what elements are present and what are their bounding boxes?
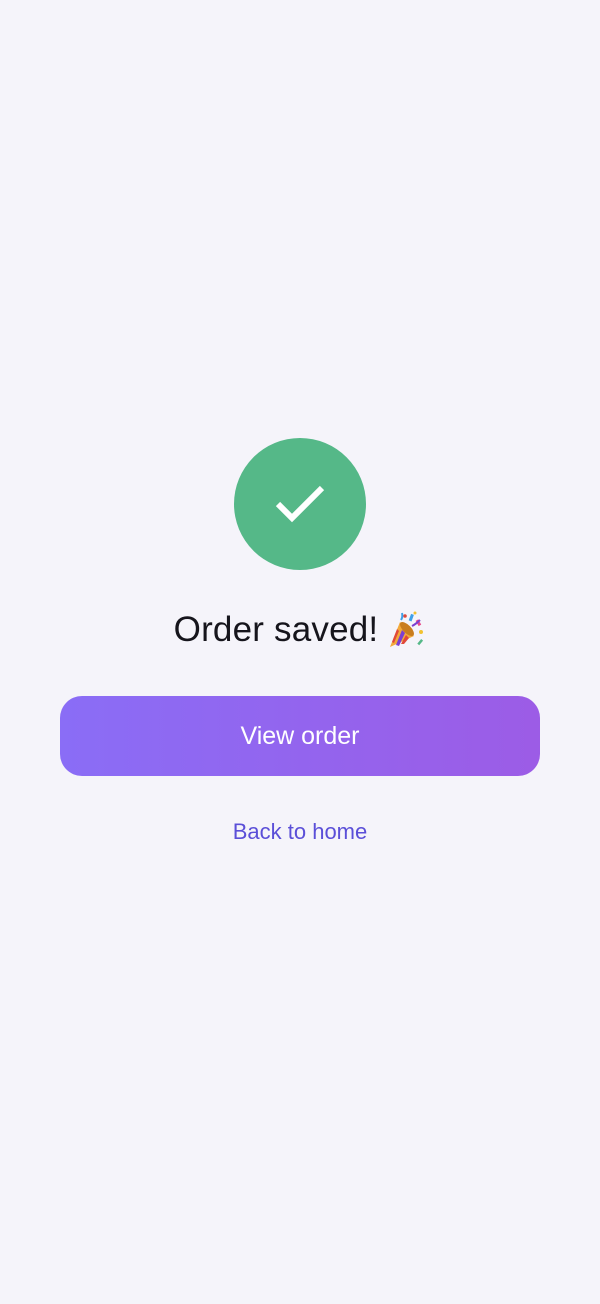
view-order-button[interactable]: View order [60,696,540,776]
checkmark-icon [272,476,328,532]
back-to-home-link[interactable]: Back to home [0,812,600,852]
success-badge [234,438,366,570]
party-popper-icon [386,610,426,650]
title-text: Order saved! [173,610,379,649]
confirmation-screen: Order saved! View order Back to home [0,0,600,1304]
page-title: Order saved! [0,604,600,656]
